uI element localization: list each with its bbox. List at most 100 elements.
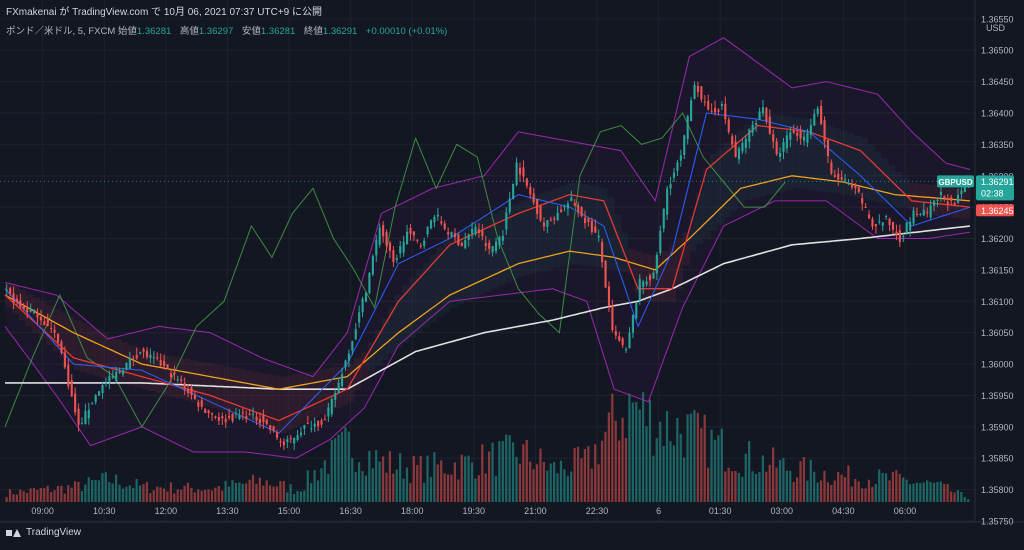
candle-body	[549, 219, 552, 221]
candle-body	[56, 333, 60, 342]
candle-body	[690, 100, 693, 121]
tradingview-logo[interactable]: TradingView	[6, 527, 81, 538]
candle-body	[679, 155, 682, 161]
volume-bar	[785, 470, 788, 502]
candle-body	[943, 196, 946, 199]
volume-bar	[494, 475, 498, 502]
price-tick-label: 1.35900	[981, 422, 1014, 432]
volume-bar	[203, 490, 207, 502]
candle-body	[436, 214, 439, 217]
volume-bar	[258, 477, 261, 502]
volume-bar	[929, 481, 932, 502]
candle-body	[806, 133, 809, 143]
candle-body	[933, 200, 936, 206]
candle-body	[176, 379, 179, 381]
candle-body	[327, 407, 330, 417]
chart-area[interactable]: 1.365501.365001.364501.364001.363501.363…	[0, 0, 1024, 545]
volume-bar	[631, 402, 634, 502]
volume-bar	[792, 482, 795, 502]
candle-body	[481, 230, 484, 237]
candle-body	[22, 305, 25, 310]
volume-bar	[409, 483, 412, 502]
candle-body	[26, 307, 29, 313]
candle-body	[474, 226, 477, 235]
volume-bar	[303, 490, 306, 502]
candle-body	[371, 256, 374, 275]
volume-bar	[200, 490, 203, 502]
price-tick-label: 1.36100	[981, 297, 1014, 307]
candle-body	[272, 426, 275, 431]
candle-body	[573, 203, 576, 206]
symbol-name[interactable]: ポンド／米ドル, 5, FXCM	[6, 26, 115, 37]
volume-bar	[611, 393, 614, 502]
volume-bar	[860, 488, 864, 502]
candle-body	[758, 111, 761, 120]
candle-body	[915, 213, 919, 215]
candle-body	[289, 438, 292, 440]
candle-body	[755, 123, 758, 125]
volume-bar	[864, 488, 867, 502]
candle-body	[560, 209, 563, 213]
open-value: 1.36281	[136, 26, 172, 37]
volume-bar	[87, 477, 90, 502]
candle-body	[714, 108, 717, 113]
volume-bar	[912, 483, 915, 502]
candle-body	[310, 428, 313, 430]
price-tick-label: 1.35950	[981, 391, 1014, 401]
volume-bar	[624, 437, 628, 502]
candle-body	[77, 408, 80, 425]
price-tick-label: 1.36500	[981, 46, 1014, 56]
candle-body	[553, 218, 556, 220]
volume-bar	[775, 467, 778, 502]
volume-bar	[645, 426, 648, 502]
candle-body	[108, 376, 111, 382]
candle-body	[529, 186, 532, 195]
volume-bar	[778, 460, 782, 502]
price-tick-label: 1.35750	[981, 517, 1014, 527]
candle-body	[299, 432, 303, 436]
volume-bar	[91, 480, 94, 502]
volume-bar	[378, 461, 381, 502]
volume-bar	[532, 469, 535, 502]
candle-body	[847, 182, 850, 184]
volume-bar	[156, 486, 159, 502]
candle-body	[187, 388, 190, 394]
volume-bar	[457, 479, 460, 502]
candle-body	[782, 142, 785, 152]
volume-bar	[193, 492, 196, 502]
volume-bar	[878, 469, 881, 502]
candle-body	[614, 330, 617, 336]
volume-bar	[501, 441, 504, 502]
volume-bar	[895, 470, 898, 502]
volume-bar	[672, 445, 676, 502]
candle-body	[820, 105, 823, 124]
candle-body	[669, 184, 672, 189]
volume-bar	[665, 411, 669, 502]
volume-bar	[847, 465, 850, 502]
symbol-legend[interactable]: ポンド／米ドル, 5, FXCM 始値1.36281 高値1.36297 安値1…	[6, 23, 453, 37]
candle-body	[881, 222, 884, 226]
candle-body	[443, 223, 446, 229]
volume-bar	[813, 471, 816, 502]
volume-bar	[470, 462, 474, 502]
candle-body	[279, 441, 282, 443]
candle-body	[39, 316, 42, 321]
volume-bar	[720, 428, 723, 502]
candle-body	[70, 380, 73, 397]
candle-body	[33, 309, 36, 314]
candle-body	[638, 278, 641, 301]
currency-label[interactable]: USD	[986, 23, 1005, 33]
candle-body	[344, 360, 347, 368]
volume-bar	[422, 482, 426, 502]
volume-bar	[607, 412, 610, 502]
candle-body	[197, 402, 200, 407]
volume-bar	[727, 467, 730, 502]
candle-body	[659, 230, 662, 254]
chart-canvas[interactable]: 1.365501.365001.364501.364001.363501.363…	[0, 0, 1024, 545]
candle-body	[652, 272, 655, 279]
candle-body	[768, 116, 771, 134]
volume-bar	[60, 485, 63, 502]
volume-bar	[426, 455, 429, 502]
volume-bar	[580, 458, 583, 502]
volume-bar	[963, 497, 966, 502]
